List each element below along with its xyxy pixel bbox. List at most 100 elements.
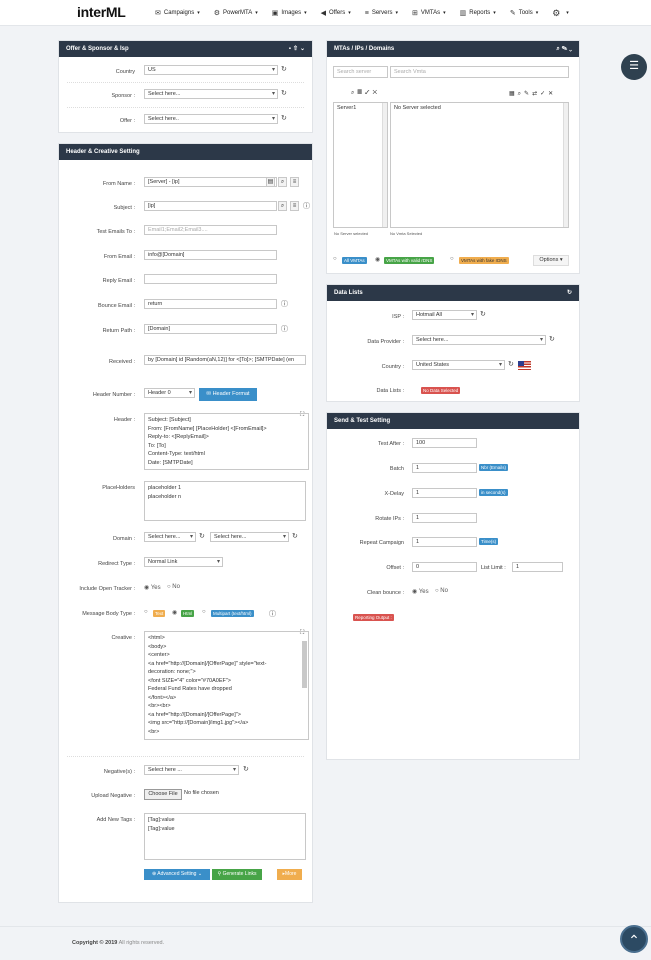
refresh-icon[interactable]: ↻ <box>508 360 514 368</box>
refresh-icon[interactable]: ↻ <box>243 765 249 773</box>
advanced-setting-button[interactable]: ⊕ Advanced Setting ⌄ <box>144 869 210 880</box>
redirect-type-select[interactable]: Normal Link <box>144 557 223 567</box>
generate-links-button[interactable]: ⚲ Generate Links <box>212 869 262 880</box>
vmta-scrollbar[interactable] <box>563 103 568 227</box>
domain-select-1[interactable]: Select here... <box>144 532 196 542</box>
reply-email-input[interactable] <box>144 274 277 284</box>
options-button[interactable]: Options ▾ <box>533 255 569 266</box>
server-scrollbar[interactable] <box>382 103 387 227</box>
refresh-icon[interactable]: ↻ <box>199 532 205 540</box>
test-after-input[interactable]: 100 <box>412 438 477 448</box>
refresh-icon[interactable]: ↻ <box>567 290 574 296</box>
rotate-ips-input[interactable]: 1 <box>412 513 477 523</box>
open-tracker-yes[interactable]: ◉ Yes <box>144 584 161 591</box>
more-button[interactable]: ▸More <box>277 869 302 880</box>
choose-file-button[interactable]: Choose File <box>144 789 182 800</box>
search-button[interactable]: ⌕ <box>278 201 287 211</box>
x-delay-input[interactable]: 1 <box>412 488 477 498</box>
subject-input[interactable]: [ip] <box>144 201 277 211</box>
nav-tools[interactable]: ✎ Tools ▾ <box>510 9 538 17</box>
sponsor-select[interactable]: Select here... <box>144 89 278 99</box>
info-icon[interactable]: ⓘ <box>269 609 276 619</box>
domain-select-2[interactable]: Select here... <box>210 532 289 542</box>
new-tags-textarea[interactable]: [Tag]:value [Tag]:value <box>144 813 306 860</box>
server-item[interactable]: Server1 <box>337 105 384 111</box>
test-emails-input[interactable]: Email1;Email2;Email3.... <box>144 225 277 235</box>
nav-servers[interactable]: ≡ Servers ▾ <box>365 10 398 17</box>
list-button[interactable]: ≡ <box>290 177 299 187</box>
body-type-html-radio[interactable]: ◉ <box>172 609 177 616</box>
batch-input[interactable]: 1 <box>412 463 477 473</box>
nav-vmtas[interactable]: ⊞ VMTAs ▾ <box>412 9 446 17</box>
nav-offers[interactable]: ◀ Offers ▾ <box>321 9 351 17</box>
calendar-button[interactable]: ▤ <box>266 177 275 187</box>
close-icon[interactable]: ✕ <box>548 91 556 97</box>
offset-input[interactable]: 0 <box>412 562 477 572</box>
edit-icon[interactable]: ✎ <box>524 91 532 97</box>
refresh-icon[interactable]: ↻ <box>292 532 298 540</box>
list-limit-input[interactable]: 1 <box>512 562 563 572</box>
body-type-text-radio[interactable]: ○ <box>144 609 148 615</box>
brand-logo[interactable]: interML <box>77 4 126 20</box>
body-type-multipart-radio[interactable]: ○ <box>202 609 206 615</box>
open-tracker-no[interactable]: ○ No <box>167 584 180 590</box>
collapse-icon[interactable]: ⌄ <box>300 46 307 52</box>
expand-icon[interactable]: ⛶ <box>300 412 304 419</box>
refresh-icon[interactable]: ↻ <box>480 310 486 318</box>
swap-icon[interactable]: ⇄ <box>532 91 540 97</box>
menu-toggle-button[interactable]: ☰ <box>621 54 647 80</box>
placeholders-textarea[interactable]: placeholder 1 placeholder n <box>144 481 306 521</box>
negatives-select[interactable]: Select here ... <box>144 765 239 775</box>
chevron-up-icon: ⌃ <box>628 932 640 948</box>
server-list[interactable]: Server1 <box>333 102 388 228</box>
valid-rdns-radio[interactable]: ◉ <box>375 256 380 263</box>
all-vmtas-radio[interactable]: ○ <box>333 256 337 262</box>
upload-icon[interactable]: ⇧ <box>293 46 300 52</box>
info-icon[interactable]: ⓘ <box>281 324 288 334</box>
search-vmta-input[interactable]: Search Vmta <box>390 66 569 78</box>
from-name-input[interactable]: [Server] - [ip] <box>144 177 277 187</box>
header-number-select[interactable]: Header 0 <box>144 388 195 398</box>
refresh-icon[interactable]: ↻ <box>281 114 287 122</box>
refresh-icon[interactable]: ↻ <box>281 65 287 73</box>
grid-icon[interactable]: ▦ <box>509 91 518 97</box>
collapse-icon[interactable]: ⌄ <box>569 46 574 52</box>
vmta-list[interactable]: No Server selected <box>390 102 569 228</box>
nav-images[interactable]: ▣ Images ▾ <box>272 9 307 17</box>
close-icon[interactable]: ✕ <box>372 90 380 96</box>
nav-campaigns[interactable]: ✉ Campaigns ▾ <box>155 9 200 17</box>
search-server-input[interactable]: Search server <box>333 66 388 78</box>
scroll-top-button[interactable]: ⌃ <box>620 925 648 953</box>
nav-reports[interactable]: ▥ Reports ▾ <box>460 9 496 17</box>
list-button[interactable]: ≡ <box>290 201 299 211</box>
clean-bounce-yes[interactable]: ◉ Yes <box>412 588 429 595</box>
nav-settings[interactable]: ⚙ ▾ <box>552 8 569 19</box>
search-button[interactable]: ⌕ <box>278 177 287 187</box>
received-input[interactable]: by [Domain] id [Random(aN,12)] for <[To]… <box>144 355 306 365</box>
creative-textarea[interactable]: <html> <body> <center> <a href="http://[… <box>144 631 309 740</box>
bounce-email-input[interactable]: return <box>144 299 277 309</box>
offer-select[interactable]: Select here.. <box>144 114 278 124</box>
info-icon[interactable]: ⓘ <box>281 299 288 309</box>
creative-scrollbar[interactable] <box>302 641 307 688</box>
expand-icon[interactable]: ⛶ <box>300 630 304 637</box>
repeat-campaign-input[interactable]: 1 <box>412 537 477 547</box>
data-provider-select[interactable]: Select here... <box>412 335 546 345</box>
vmtas-count: No Vmta Selected <box>390 231 423 236</box>
header-textarea[interactable]: Subject: [Subject] From: [FromName] [Pla… <box>144 413 309 470</box>
grid-icon[interactable]: ▦ <box>357 90 365 96</box>
data-country-select[interactable]: United States <box>412 360 505 370</box>
from-email-input[interactable]: info@[Domain] <box>144 250 277 260</box>
nav-powermta[interactable]: ⚙ PowerMTA ▾ <box>214 9 258 17</box>
fake-rdns-radio[interactable]: ○ <box>450 256 454 262</box>
info-icon[interactable]: ⓘ <box>303 201 310 211</box>
check-icon[interactable]: ✓ <box>540 91 548 97</box>
header-format-button[interactable]: ✉ Header Format <box>199 388 257 401</box>
data-country-label: Country : <box>381 364 404 370</box>
refresh-icon[interactable]: ↻ <box>549 335 555 343</box>
country-select[interactable]: US <box>144 65 278 75</box>
clean-bounce-no[interactable]: ○ No <box>435 588 448 594</box>
refresh-icon[interactable]: ↻ <box>281 89 287 97</box>
isp-select[interactable]: Hotmail All <box>412 310 477 320</box>
return-path-input[interactable]: [Domain] <box>144 324 277 334</box>
